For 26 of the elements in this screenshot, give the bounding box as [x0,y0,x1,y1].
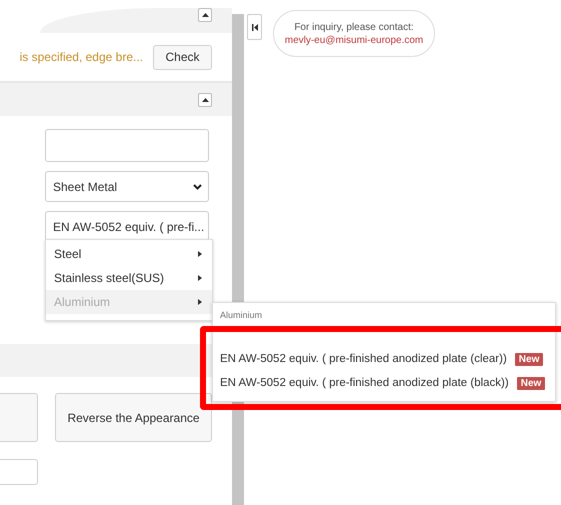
submenu-arrow-icon [197,275,204,281]
new-badge: New [516,376,546,390]
email-link[interactable]: mevly-eu@misumi-europe.com [284,34,424,46]
menu-item[interactable]: Steel [46,242,212,266]
dropdown-select[interactable]: EN AW-5052 equiv. ( pre-fi... [45,211,209,242]
input-field[interactable] [0,459,38,485]
collapse-button[interactable] [198,8,212,22]
warning-text: is specified, edge bre... [20,50,143,64]
chevron-down-icon [193,184,202,190]
inquiry-label: For inquiry, please contact: [294,22,414,32]
new-badge: New [514,352,544,366]
input-field[interactable] [45,129,209,162]
submenu-arrow-icon [197,251,204,257]
triangle-up-icon [202,96,208,102]
submenu-item[interactable]: EN AW-5052 equiv. ( pre-finished anodized plate (black)) New [213,371,555,395]
reverse-appearance-button[interactable]: Reverse the Appearance [55,393,212,442]
submenu-item[interactable]: EN AW-5052 equiv. ( pre-finished anodized plate (clear)) New [213,347,555,371]
menu-item[interactable]: Stainless steel(SUS) [46,266,212,290]
skip-start-icon [252,24,258,30]
collapse-button[interactable] [198,92,212,106]
triangle-up-icon [202,12,208,18]
dropdown-select[interactable]: Sheet Metal [45,171,209,202]
check-button[interactable]: Check [153,44,212,70]
collapse-panel-button[interactable] [247,14,262,40]
submenu-arrow-icon [197,299,204,305]
submenu-title: Aluminium [219,309,264,322]
